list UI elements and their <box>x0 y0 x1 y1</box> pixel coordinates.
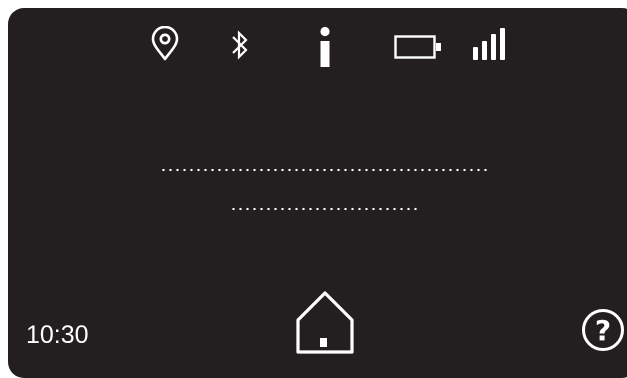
device-screen: 10:30 ? <box>8 8 627 378</box>
info-icon <box>317 26 333 68</box>
dotted-line-lower <box>230 207 420 211</box>
status-bar <box>8 8 627 88</box>
dotted-line-upper <box>160 168 488 172</box>
home-button[interactable] <box>295 290 355 354</box>
help-question-mark: ? <box>594 314 612 347</box>
clock-time: 10:30 <box>26 321 89 349</box>
battery-icon <box>394 35 444 61</box>
signal-strength-icon <box>472 27 510 61</box>
location-pin-icon <box>150 26 180 62</box>
home-icon <box>295 290 355 354</box>
help-button[interactable]: ? <box>581 308 627 354</box>
bluetooth-icon <box>230 28 250 62</box>
